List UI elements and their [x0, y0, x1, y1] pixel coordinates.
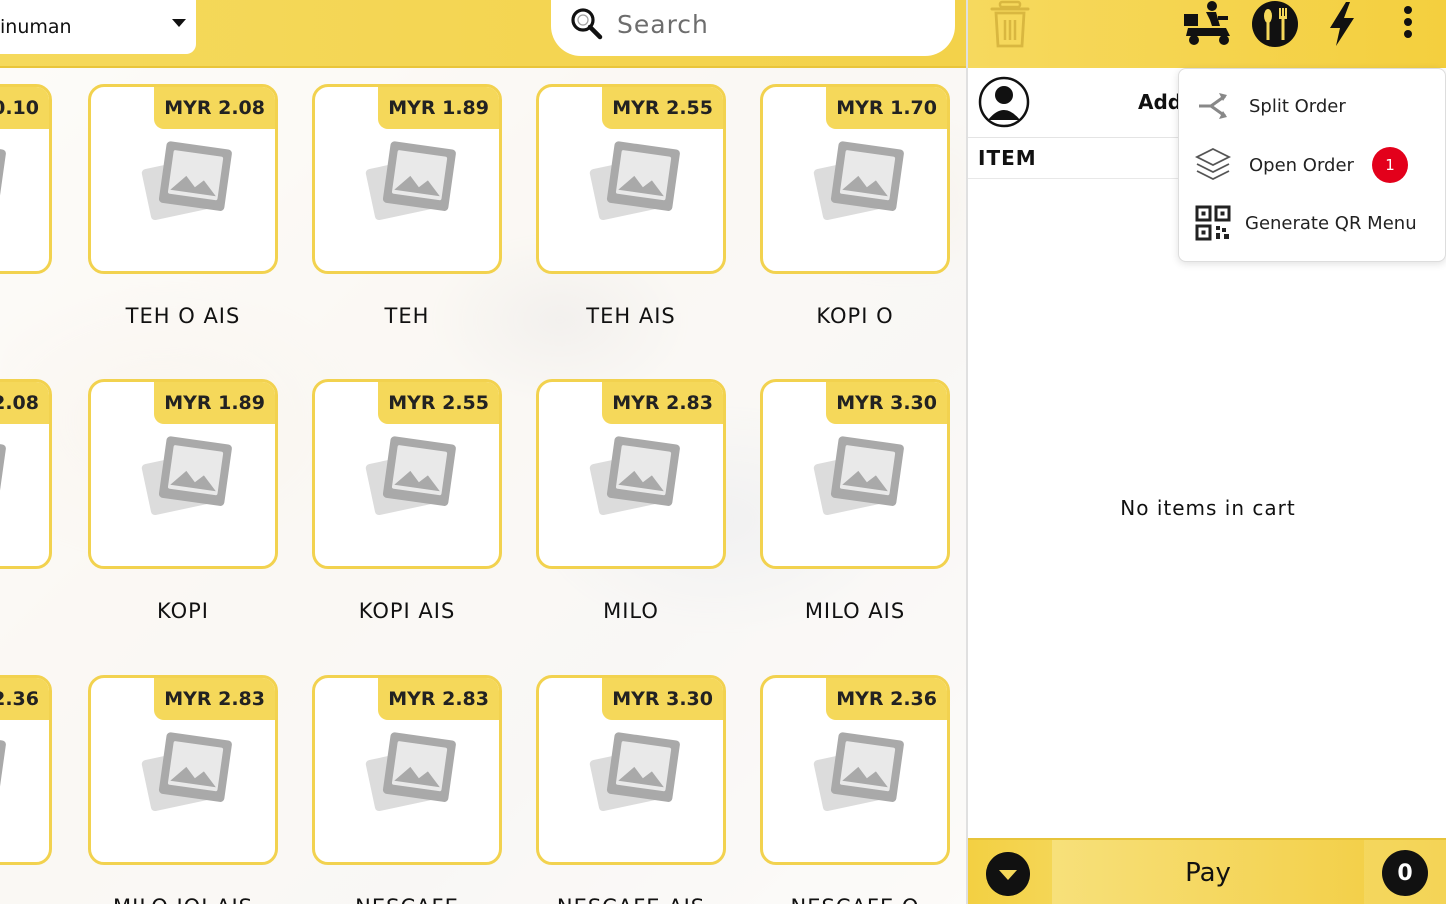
product-card[interactable]: MYR 2.83 [312, 675, 502, 865]
category-dropdown[interactable]: inuman [0, 0, 196, 54]
product-card[interactable]: MYR 2.55 [536, 84, 726, 274]
options-menu: Split Order Open Order 1 Generate QR Men… [1178, 68, 1446, 262]
cart-bottom-bar: Pay 0 [968, 838, 1446, 904]
caret-down-icon [172, 19, 186, 27]
search-input[interactable] [617, 9, 917, 39]
product-name: TEH [384, 304, 430, 328]
image-placeholder-icon [0, 732, 6, 802]
empty-cart-message: No items in cart [1120, 496, 1296, 520]
menu-item-label: Split Order [1249, 95, 1346, 117]
image-placeholder-icon [365, 732, 456, 812]
product-name: MILO IOI AIS [68, 895, 298, 904]
product-card[interactable]: 0.10 [0, 84, 52, 274]
image-placeholder-icon [589, 732, 680, 812]
product-price: 0.10 [0, 87, 49, 129]
product-card[interactable]: MYR 3.30 [536, 675, 726, 865]
category-selected-label: inuman [0, 16, 72, 38]
product-card[interactable]: MYR 1.89 [312, 84, 502, 274]
item-column-header: ITEM [978, 146, 1037, 170]
cart-count-badge: 0 [1382, 850, 1428, 896]
menu-item-split-order[interactable]: Split Order [1179, 78, 1446, 134]
product-card[interactable]: MYR 1.89 [88, 379, 278, 569]
product-card[interactable]: MYR 2.36 [760, 675, 950, 865]
split-icon [1199, 93, 1227, 119]
image-placeholder-icon [589, 436, 680, 516]
product-name: KOPI [156, 599, 209, 623]
image-placeholder-icon [0, 141, 6, 211]
product-name: KOPI AIS [358, 599, 456, 623]
image-placeholder-icon [141, 732, 232, 812]
menu-item-label: Generate QR Menu [1245, 212, 1417, 234]
delivery-scooter-icon[interactable] [1182, 0, 1234, 48]
image-placeholder-icon [141, 141, 232, 221]
product-price: MYR 1.89 [154, 382, 275, 424]
image-placeholder-icon [365, 436, 456, 516]
image-placeholder-icon [141, 436, 232, 516]
product-card[interactable]: MYR 3.30 [760, 379, 950, 569]
product-grid: 0.10 MYR 2.08 TEH O AIS MYR 1.89 TEH MYR 2.55… [0, 68, 966, 904]
product-card[interactable]: MYR 2.55 [312, 379, 502, 569]
more-vertical-icon[interactable] [1396, 0, 1420, 48]
product-price: MYR 3.30 [602, 678, 723, 720]
product-price: MYR 2.55 [378, 382, 499, 424]
product-name: IS [0, 599, 72, 623]
image-placeholder-icon [365, 141, 456, 221]
product-price: MYR 1.89 [378, 87, 499, 129]
product-price: MYR 1.70 [826, 87, 947, 129]
image-placeholder-icon [813, 141, 904, 221]
product-name: MILO AIS [804, 599, 906, 623]
lightning-icon[interactable] [1324, 0, 1360, 48]
product-price: MYR 2.55 [602, 87, 723, 129]
open-order-badge: 1 [1372, 147, 1408, 183]
product-price: MYR 2.36 [826, 678, 947, 720]
product-name: TEH O AIS [125, 304, 241, 328]
image-placeholder-icon [813, 436, 904, 516]
product-name: NESCAFE AIS [516, 895, 746, 904]
product-price: MYR 2.83 [602, 382, 723, 424]
product-card[interactable]: 2.08 [0, 379, 52, 569]
product-toolbar: inuman [0, 0, 966, 68]
product-name: TEH AIS [586, 304, 676, 328]
product-card[interactable]: MYR 2.83 [88, 675, 278, 865]
search-box[interactable] [551, 0, 955, 56]
product-card[interactable]: 2.36 [0, 675, 52, 865]
menu-item-open-order[interactable]: Open Order 1 [1179, 137, 1446, 193]
avatar-icon [978, 76, 1030, 128]
menu-item-generate-qr[interactable]: Generate QR Menu [1179, 195, 1446, 251]
product-price: MYR 2.83 [154, 678, 275, 720]
pay-button[interactable]: Pay [1052, 840, 1364, 904]
qr-code-icon [1195, 205, 1231, 241]
product-name: NESCAFE O [740, 895, 966, 904]
product-price: MYR 2.08 [154, 87, 275, 129]
product-card[interactable]: MYR 2.83 [536, 379, 726, 569]
collapse-button[interactable] [986, 852, 1030, 896]
image-placeholder-icon [0, 436, 6, 506]
product-price: 2.08 [0, 382, 49, 424]
product-card[interactable]: MYR 1.70 [760, 84, 950, 274]
product-price: MYR 3.30 [826, 382, 947, 424]
product-name: NESCAFE [292, 895, 522, 904]
image-placeholder-icon [813, 732, 904, 812]
add-customer-label[interactable]: Add [1138, 90, 1182, 114]
product-price: 2.36 [0, 678, 49, 720]
menu-item-label: Open Order [1249, 154, 1354, 176]
search-icon [571, 8, 603, 40]
layers-icon [1194, 147, 1232, 181]
product-price: MYR 2.83 [378, 678, 499, 720]
product-card[interactable]: MYR 2.08 [88, 84, 278, 274]
image-placeholder-icon [589, 141, 680, 221]
dine-in-icon[interactable] [1250, 0, 1300, 48]
product-name: KOPI O [816, 304, 894, 328]
trash-icon[interactable] [988, 0, 1032, 50]
product-panel: inuman 0.10 MYR 2.08 TEH O AIS MYR 1.89 TEH M… [0, 0, 966, 904]
product-name: MILO [603, 599, 659, 623]
cart-toolbar [968, 0, 1446, 68]
